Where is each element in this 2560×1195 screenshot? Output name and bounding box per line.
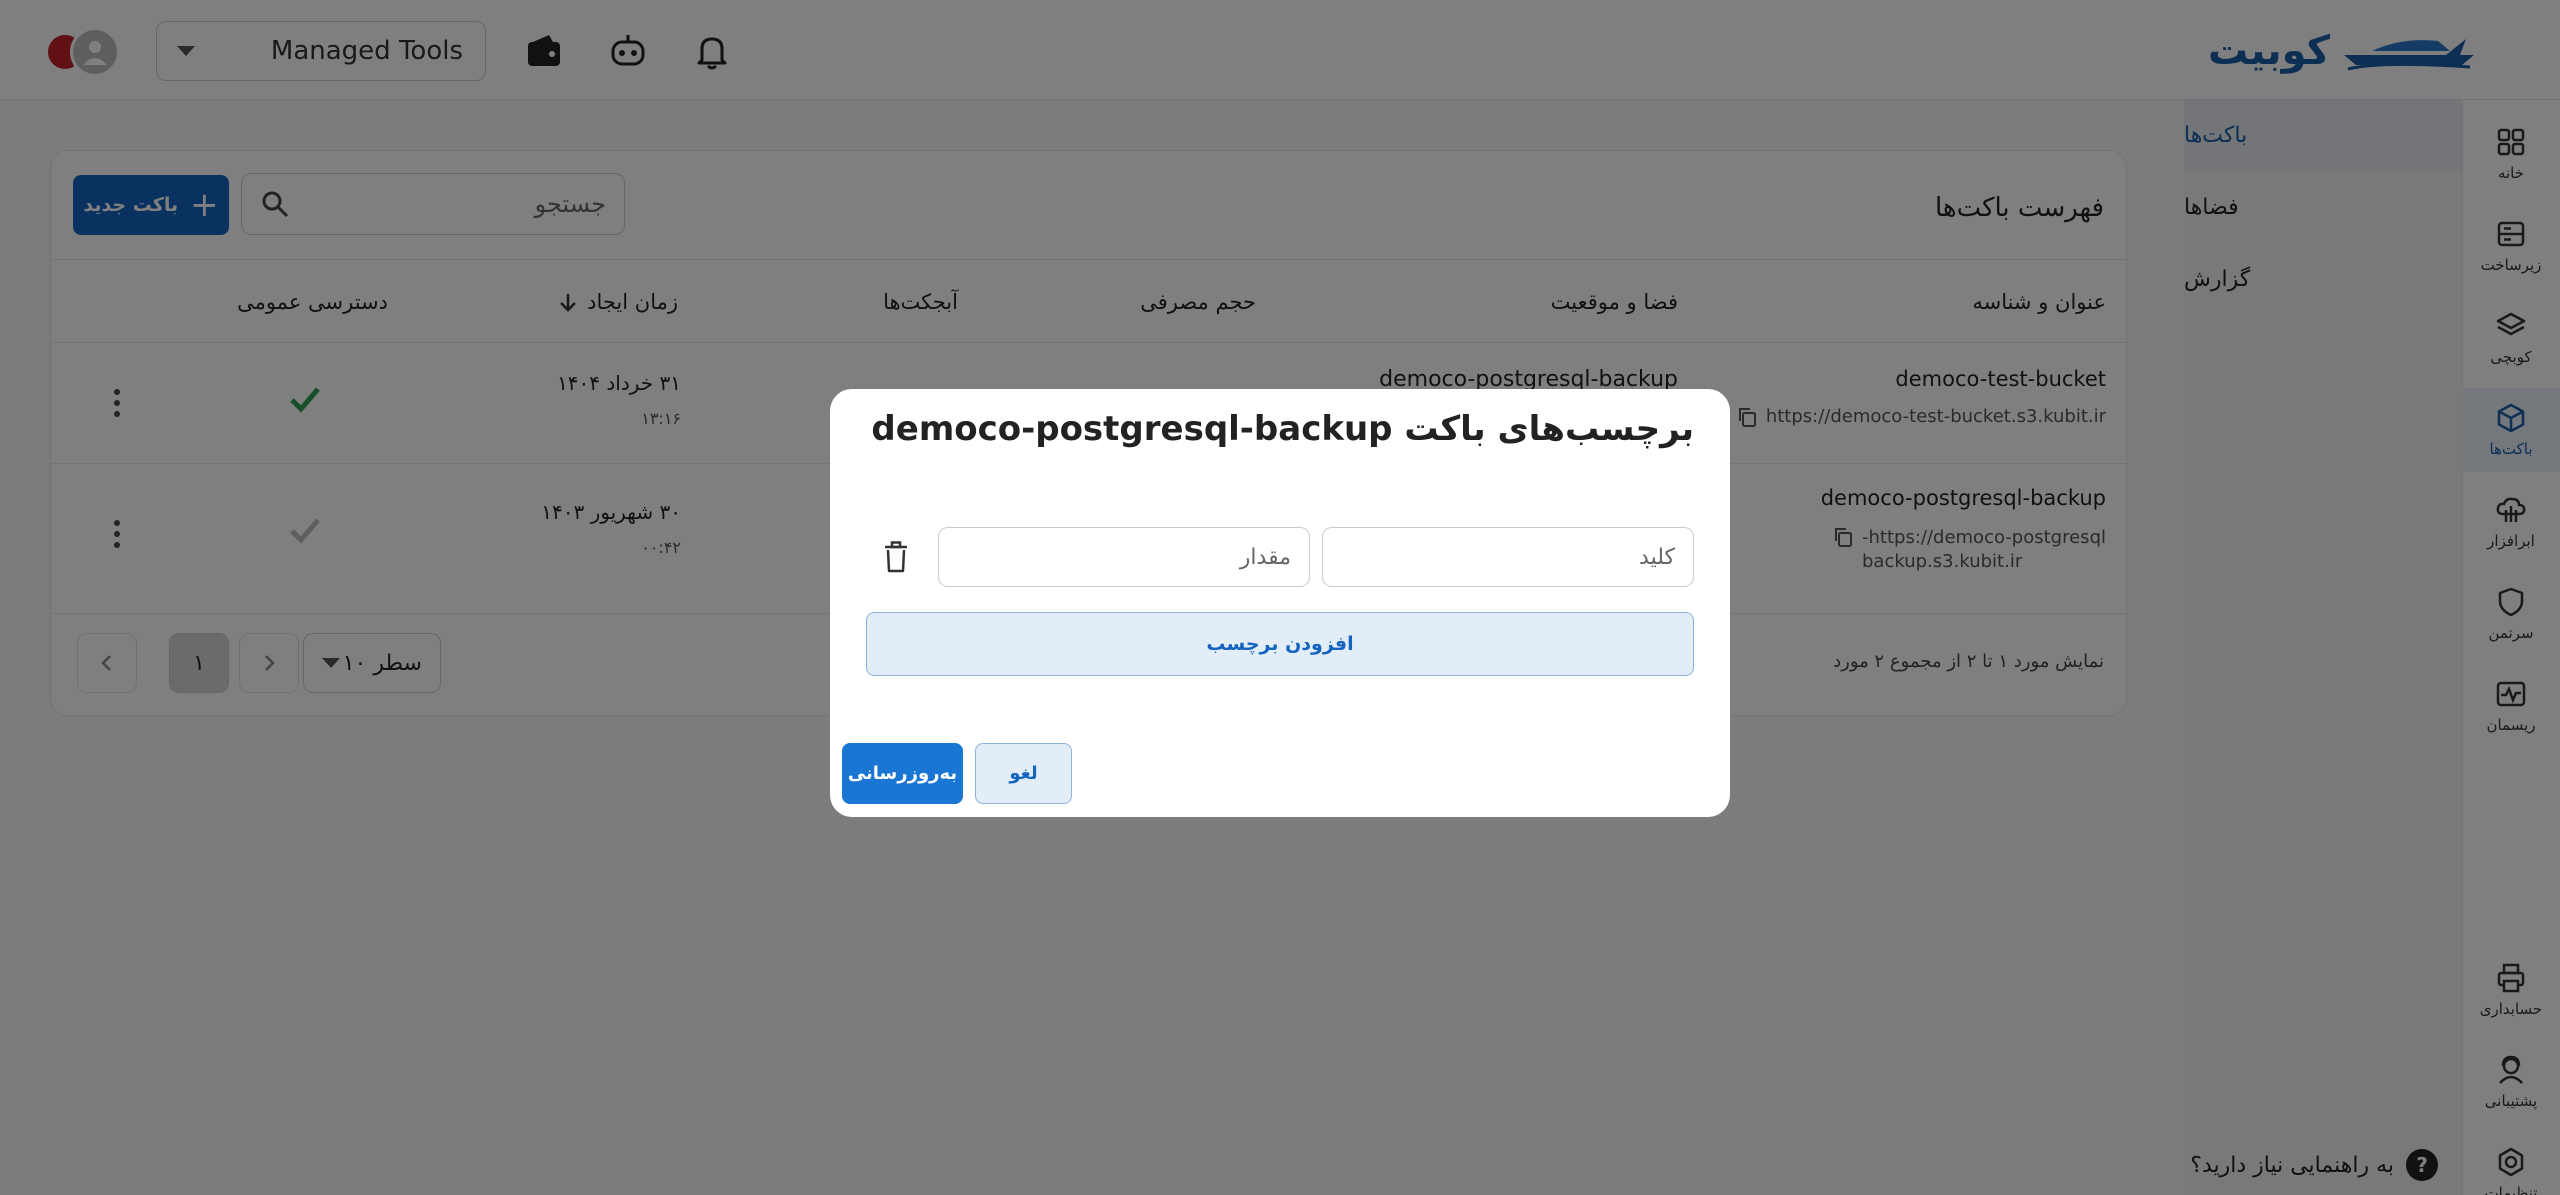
tag-key-field[interactable] [1322, 527, 1694, 587]
delete-tag-button[interactable] [876, 537, 916, 577]
tag-value-input[interactable] [957, 528, 1291, 586]
trash-icon [885, 541, 907, 573]
cancel-button[interactable]: لغو [975, 743, 1072, 804]
bucket-tags-dialog: برچسب‌های باکت democo-postgresql-backup … [830, 389, 1730, 817]
add-tag-button[interactable]: افزودن برچسب [866, 612, 1694, 676]
tag-key-input[interactable] [1341, 528, 1675, 586]
update-button[interactable]: به‌روزرسانی [842, 743, 963, 804]
dialog-title: برچسب‌های باکت democo-postgresql-backup [871, 409, 1694, 449]
tag-value-field[interactable] [938, 527, 1310, 587]
